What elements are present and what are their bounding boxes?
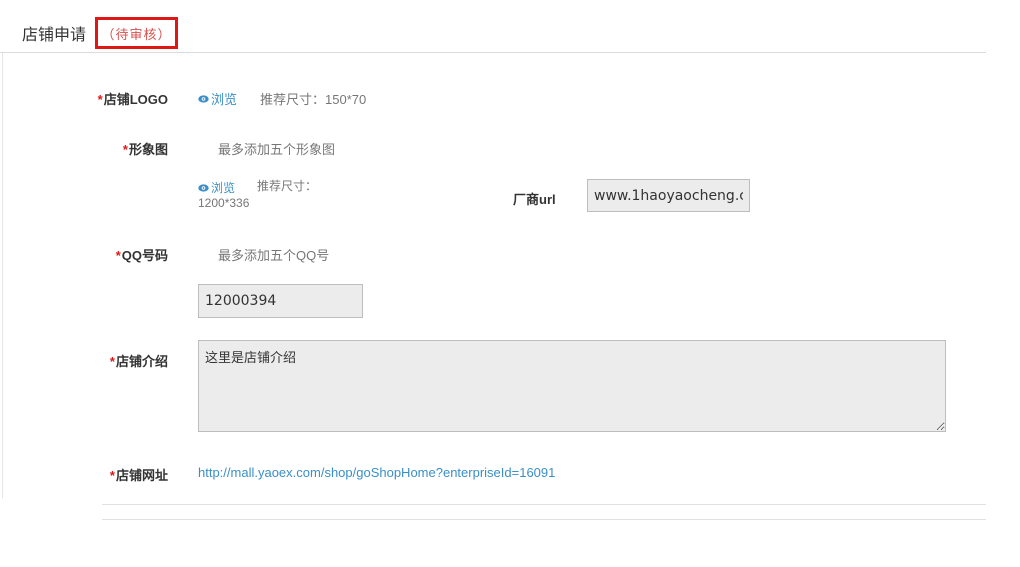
image-size-hint-line1: 推荐尺寸：	[257, 179, 318, 193]
image-label-text: 形象图	[128, 142, 168, 157]
image-browse-button[interactable]: 浏览	[198, 179, 235, 196]
required-mark: *	[109, 354, 115, 369]
intro-textarea[interactable]: 这里是店铺介绍	[198, 340, 946, 432]
left-border	[2, 52, 3, 498]
vendor-url-input[interactable]	[587, 179, 750, 212]
divider	[102, 504, 986, 505]
status-badge: （待审核）	[101, 26, 172, 42]
image-browse-label: 浏览	[211, 181, 236, 195]
qq-label: *QQ号码	[116, 245, 168, 264]
image-label: *形象图	[123, 139, 168, 158]
required-mark: *	[97, 92, 103, 107]
required-mark: *	[122, 142, 128, 157]
shop-url-link[interactable]: http://mall.yaoex.com/shop/goShopHome?en…	[198, 465, 555, 480]
intro-label-text: 店铺介绍	[115, 354, 168, 369]
required-mark: *	[115, 248, 121, 263]
qq-label-text: QQ号码	[121, 248, 168, 263]
logo-label-text: 店铺LOGO	[103, 92, 168, 107]
status-highlight-box: （待审核）	[95, 17, 178, 49]
image-size-hint-line2: 1200*336	[198, 196, 250, 210]
image-limit-note: 最多添加五个形象图	[218, 142, 336, 157]
logo-browse-button[interactable]: 浏览	[198, 89, 237, 108]
qq-input[interactable]	[198, 284, 363, 318]
vendor-url-label: 厂商url	[513, 192, 556, 207]
shop-url-label: *店铺网址	[110, 465, 168, 484]
eye-icon	[198, 94, 209, 103]
logo-size-hint: 推荐尺寸：150*70	[260, 92, 367, 107]
logo-browse-label: 浏览	[211, 92, 238, 107]
page-title: 店铺申请	[22, 27, 87, 44]
qq-limit-note: 最多添加五个QQ号	[218, 248, 330, 263]
shop-url-label-text: 店铺网址	[115, 468, 168, 483]
logo-label: *店铺LOGO	[98, 89, 168, 108]
eye-icon	[198, 183, 209, 192]
intro-label: *店铺介绍	[110, 351, 168, 370]
page-header: 店铺申请 （待审核）	[0, 0, 986, 53]
required-mark: *	[109, 468, 115, 483]
divider	[102, 519, 986, 520]
